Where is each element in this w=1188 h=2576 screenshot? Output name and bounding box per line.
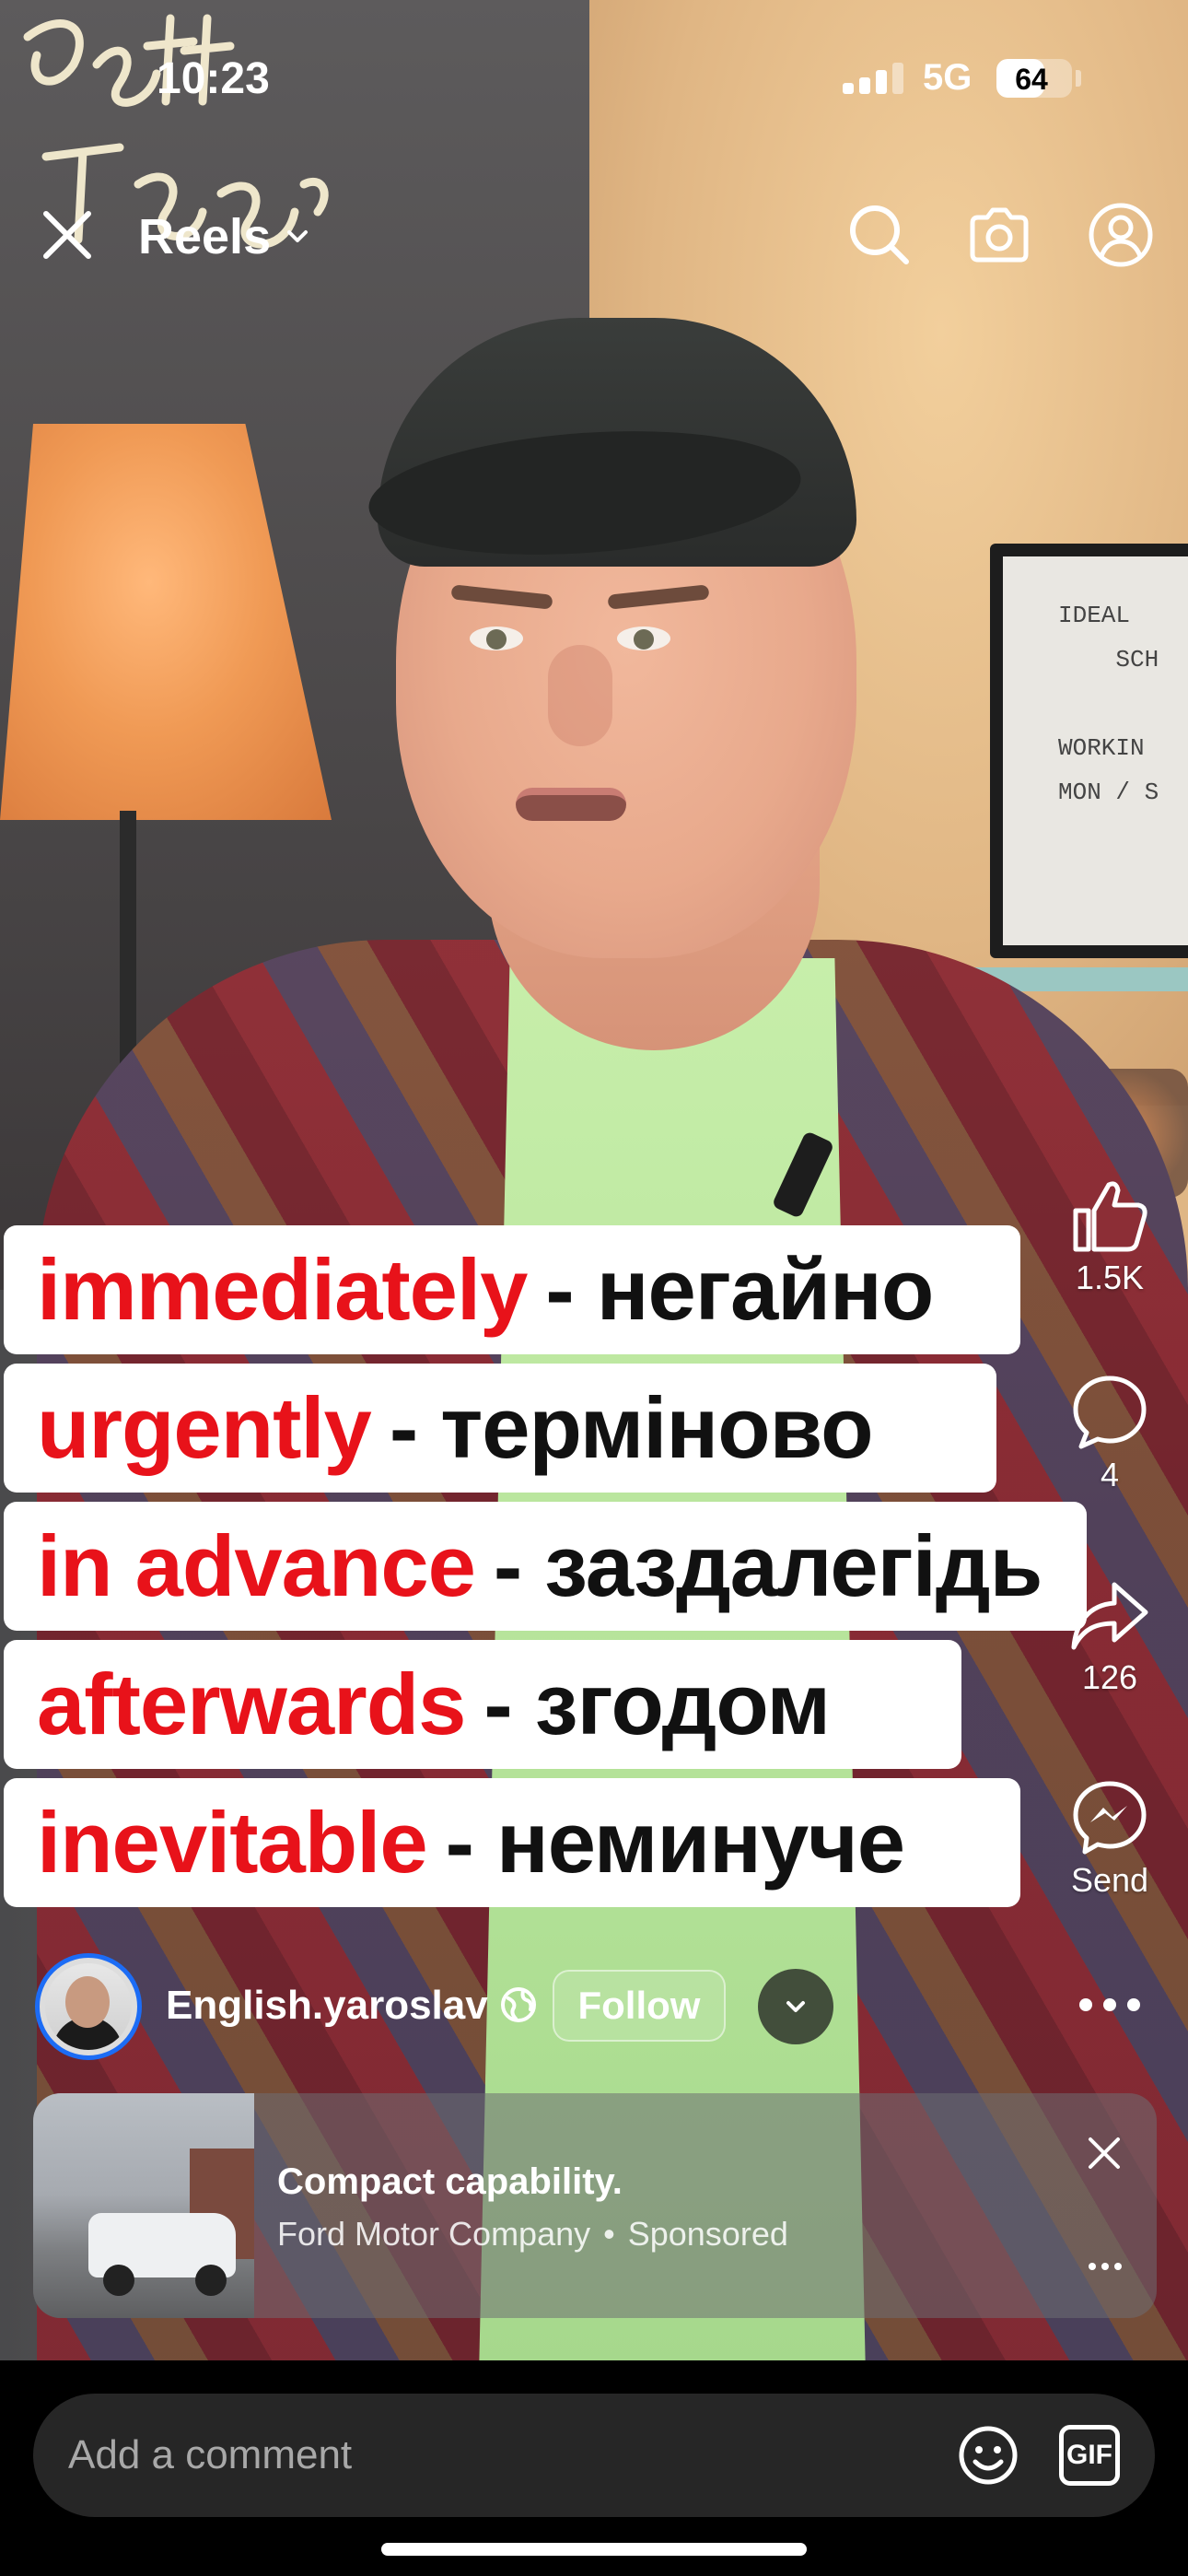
right-eye <box>617 626 670 650</box>
caption-ukrainian: - терміново <box>390 1378 873 1478</box>
home-indicator[interactable] <box>381 2543 807 2556</box>
globe-icon <box>499 1985 538 2024</box>
reels-menu[interactable]: Reels <box>138 208 311 265</box>
person-nose <box>548 645 612 746</box>
send-button[interactable]: Send <box>1059 1778 1160 1900</box>
share-count: 126 <box>1059 1658 1160 1697</box>
caption-english: inevitable <box>37 1793 427 1892</box>
caption-english: urgently <box>37 1378 371 1478</box>
comment-bubble-icon <box>1070 1373 1149 1452</box>
caption-ukrainian: - згодом <box>483 1655 830 1754</box>
network-type: 5G <box>923 57 972 99</box>
thumbs-up-icon <box>1068 1177 1151 1255</box>
ad-title: Compact capability. <box>277 2161 623 2203</box>
letter-board-text: IDEAL SCH WORKIN MON / S <box>1003 556 1188 945</box>
close-icon[interactable] <box>1085 2134 1124 2172</box>
avatar[interactable] <box>35 1953 142 2060</box>
expand-button[interactable] <box>758 1969 833 2044</box>
caption-line: inevitable - неминуче <box>4 1778 1020 1907</box>
follow-button[interactable]: Follow <box>553 1970 726 2042</box>
ad-sponsored-label: Sponsored <box>628 2215 788 2254</box>
caption-line: immediately - негайно <box>4 1225 1020 1354</box>
person-mouth <box>516 788 626 821</box>
battery-tip <box>1076 70 1081 87</box>
caption-line: urgently - терміново <box>4 1364 996 1493</box>
left-eye <box>470 626 523 650</box>
emoji-icon[interactable] <box>958 2425 1019 2486</box>
messenger-icon <box>1070 1778 1149 1857</box>
letter-board: IDEAL SCH WORKIN MON / S <box>990 544 1188 958</box>
caption-english: afterwards <box>37 1655 465 1754</box>
comment-button[interactable]: 4 <box>1059 1373 1160 1494</box>
ad-advertiser: Ford Motor Company <box>277 2215 590 2254</box>
profile-icon[interactable] <box>1087 201 1155 269</box>
caption-ukrainian: - неминуче <box>446 1793 904 1892</box>
share-arrow-icon <box>1068 1577 1151 1655</box>
comment-count: 4 <box>1059 1456 1160 1494</box>
cellular-signal-icon <box>843 63 903 94</box>
more-options-icon[interactable] <box>1087 2257 1124 2276</box>
battery-icon: 64 <box>996 59 1072 98</box>
like-count: 1.5K <box>1059 1259 1160 1297</box>
sponsored-ad-card[interactable]: Compact capability. Ford Motor Company •… <box>33 2093 1157 2318</box>
gif-button[interactable]: GIF <box>1059 2425 1120 2486</box>
like-button[interactable]: 1.5K <box>1059 1177 1160 1297</box>
ad-separator: • <box>603 2215 615 2254</box>
author-username[interactable]: English.yaroslav <box>166 1983 488 2029</box>
camera-icon[interactable] <box>965 201 1033 269</box>
caption-english: immediately <box>37 1240 527 1340</box>
caption-line: in advance - заздалегідь <box>4 1502 1087 1631</box>
caption-ukrainian: - негайно <box>545 1240 933 1340</box>
caption-english: in advance <box>37 1516 475 1616</box>
chevron-down-icon <box>780 1991 811 2022</box>
search-icon[interactable] <box>845 201 914 269</box>
reels-title: Reels <box>138 208 271 265</box>
share-button[interactable]: 126 <box>1059 1577 1160 1697</box>
status-time: 10:23 <box>157 53 270 104</box>
caption-line: afterwards - згодом <box>4 1640 961 1769</box>
more-options-icon[interactable] <box>1073 1986 1147 2023</box>
close-icon[interactable] <box>37 205 98 265</box>
chevron-down-icon <box>284 223 311 251</box>
ad-subtitle: Ford Motor Company • Sponsored <box>277 2215 788 2254</box>
status-bar: 10:23 5G 64 <box>0 0 1188 138</box>
comment-placeholder: Add a comment <box>68 2432 352 2478</box>
caption-ukrainian: - заздалегідь <box>494 1516 1042 1616</box>
battery-percent: 64 <box>996 63 1066 97</box>
send-label: Send <box>1059 1861 1160 1900</box>
ad-thumbnail <box>33 2093 254 2318</box>
